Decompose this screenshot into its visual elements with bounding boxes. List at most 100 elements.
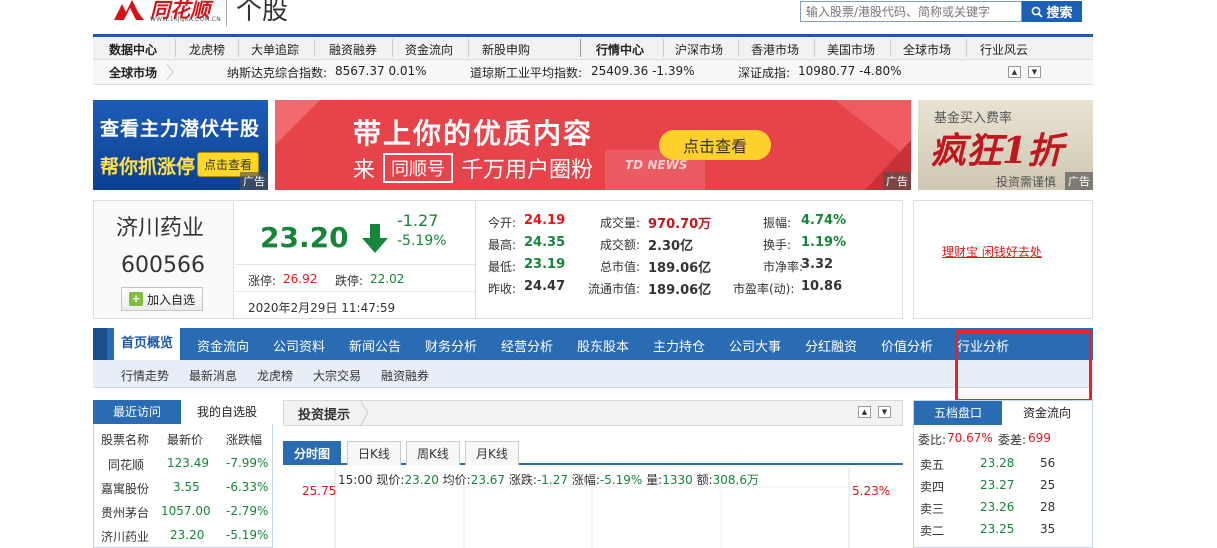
nav-fund-flow[interactable]: 资金流向: [405, 41, 453, 58]
tab-weekly-k[interactable]: 周K线: [406, 441, 460, 465]
subtab-dragon-tiger[interactable]: 龙虎榜: [257, 367, 293, 384]
panel-collapse-button[interactable]: ▲: [858, 406, 871, 418]
tab-intraday[interactable]: 分时图: [283, 441, 342, 465]
watchlist-row-price: 1057.00: [161, 504, 211, 518]
subtab-margin[interactable]: 融资融券: [381, 367, 429, 384]
quote-prev-close-value: 24.47: [524, 279, 566, 294]
ticker-down-button[interactable]: ▼: [1028, 66, 1041, 78]
ask-level-label: 卖四: [920, 480, 945, 494]
quote-line-avg-label: 均价:: [442, 473, 471, 487]
index-dow-value: 25409.36 -1.39%: [591, 64, 695, 78]
nav-data-center[interactable]: 数据中心: [109, 41, 157, 58]
quote-line-time: 15:00: [338, 473, 373, 487]
nav-big-order[interactable]: 大单追踪: [251, 41, 299, 58]
price-change: -1.27: [397, 211, 439, 230]
tab-five-levels[interactable]: 五档盘口: [914, 401, 1002, 425]
nav-industry[interactable]: 行业风云: [980, 41, 1028, 58]
search-icon: [1032, 6, 1044, 18]
quote-line-chg: -1.27: [536, 473, 568, 487]
global-market-label[interactable]: 全球市场: [109, 64, 157, 81]
watchlist-row-change: -5.19%: [226, 528, 269, 542]
nav-ipo[interactable]: 新股申购: [482, 41, 530, 58]
order-diff-label: 委差:: [998, 433, 1027, 447]
limit-down-label: 跌停:: [335, 274, 364, 288]
watchlist-row-name[interactable]: 同花顺: [108, 456, 144, 473]
watchlist-row-change: -2.79%: [226, 504, 269, 518]
ad2-subline: 来 同顺号 千万用户圈粉: [353, 152, 593, 184]
search-input[interactable]: [800, 1, 1022, 22]
panel-expand-button[interactable]: ▼: [878, 406, 891, 418]
nav-margin[interactable]: 融资融券: [329, 41, 377, 58]
nav-sh-sz-market[interactable]: 沪深市场: [675, 41, 723, 58]
tab-monthly-k[interactable]: 月K线: [465, 441, 519, 465]
tab-orderbook-fund-flow[interactable]: 资金流向: [1002, 401, 1092, 425]
quote-open-value: 24.19: [524, 213, 566, 228]
quote-turnover-rate-value: 1.19%: [801, 235, 847, 250]
watchlist-tabs: 最近访问 我的自选股: [93, 400, 273, 424]
watchlist-row-name[interactable]: 嘉寓股份: [101, 480, 149, 497]
chart-period-tabs: 分时图 日K线 周K线 月K线: [283, 441, 903, 465]
ad-banner-main-force[interactable]: 查看主力潜伏牛股 帮你抓涨停 点击查看 广告: [93, 100, 268, 190]
nav-divider: [814, 39, 815, 57]
ad1-subline: 帮你抓涨停: [100, 156, 196, 178]
search-button[interactable]: 搜索: [1022, 1, 1082, 22]
tab-shareholders[interactable]: 股东股本: [577, 336, 629, 355]
tab-daily-k[interactable]: 日K线: [347, 441, 401, 465]
nav-divider: [580, 39, 581, 57]
ad3-line2: 疯狂1折: [930, 130, 1064, 172]
subtab-trend[interactable]: 行情走势: [121, 367, 169, 384]
quote-high-value: 24.35: [524, 235, 566, 250]
subtab-block-trade[interactable]: 大宗交易: [313, 367, 361, 384]
ad3-line3: 投资需谨慎: [996, 175, 1057, 189]
tab-news[interactable]: 新闻公告: [349, 336, 401, 355]
nav-divider: [468, 39, 469, 57]
index-dow-name[interactable]: 道琼斯工业平均指数:: [470, 64, 582, 81]
nav-divider: [738, 39, 739, 57]
add-to-watchlist-button[interactable]: + 加入自选: [121, 287, 203, 311]
tab-fund-flow[interactable]: 资金流向: [197, 336, 249, 355]
index-szse-name[interactable]: 深证成指:: [738, 64, 790, 81]
flame-logo-icon: [114, 0, 144, 20]
nav-divider: [890, 39, 891, 57]
watchlist-header-change: 涨跌幅: [226, 433, 263, 447]
price-change-pct: -5.19%: [397, 233, 447, 249]
tab-recent-visits[interactable]: 最近访问: [93, 400, 181, 424]
index-nasdaq-name[interactable]: 纳斯达克综合指数:: [227, 64, 327, 81]
watchlist-row-name[interactable]: 贵州茅台: [101, 504, 149, 521]
tab-overview[interactable]: 首页概览: [114, 328, 181, 360]
nav-us-market[interactable]: 美国市场: [827, 41, 875, 58]
nav-dragon-tiger[interactable]: 龙虎榜: [189, 41, 225, 58]
ask-level-price: 23.28: [980, 456, 1015, 470]
ad2-subline-pre: 来: [353, 158, 376, 183]
subtab-latest-news[interactable]: 最新消息: [189, 367, 237, 384]
tab-company-events[interactable]: 公司大事: [729, 336, 781, 355]
tab-business-analysis[interactable]: 经营分析: [501, 336, 553, 355]
finance-promo-link[interactable]: 理财宝 闲钱好去处: [942, 243, 1042, 260]
quote-line-amt: 308.6万: [712, 473, 759, 487]
tab-valuation[interactable]: 价值分析: [881, 336, 933, 355]
tab-institution-holdings[interactable]: 主力持仓: [653, 336, 705, 355]
stock-code: 600566: [121, 253, 205, 278]
nav-global-market[interactable]: 全球市场: [903, 41, 951, 58]
watchlist-row-name[interactable]: 济川药业: [101, 528, 149, 545]
nav-market-center[interactable]: 行情中心: [596, 41, 644, 58]
current-price: 23.20: [260, 221, 349, 254]
ad-tag: 广告: [883, 172, 911, 190]
brand-logo[interactable]: 同花顺 WWW.10JQKA.COM.CN: [108, 0, 228, 28]
watchlist-header-name: 股票名称: [101, 433, 150, 447]
quote-float-cap-value: 189.06亿: [648, 283, 712, 298]
order-ratio-value: 70.67%: [947, 431, 993, 445]
ad-banner-fund[interactable]: 基金买入费率 疯狂1折 投资需谨慎 广告: [918, 100, 1093, 190]
down-arrow-icon: [362, 224, 388, 253]
chart-pct-top-label: 5.23%: [852, 484, 891, 498]
nav-hk-market[interactable]: 香港市场: [751, 41, 799, 58]
tab-company-profile[interactable]: 公司资料: [273, 336, 325, 355]
ticker-up-button[interactable]: ▲: [1008, 66, 1021, 78]
tab-my-watchlist[interactable]: 我的自选股: [181, 400, 273, 424]
tab-dividends[interactable]: 分红融资: [805, 336, 857, 355]
ad-banner-content[interactable]: 带上你的优质内容 来 同顺号 千万用户圈粉 TD NEWS 点击查看 广告: [275, 100, 911, 190]
nav-divider: [663, 39, 664, 57]
tab-financial-analysis[interactable]: 财务分析: [425, 336, 477, 355]
header-tab-notch-icon: [360, 400, 369, 426]
ad2-cta[interactable]: 点击查看: [659, 130, 771, 160]
